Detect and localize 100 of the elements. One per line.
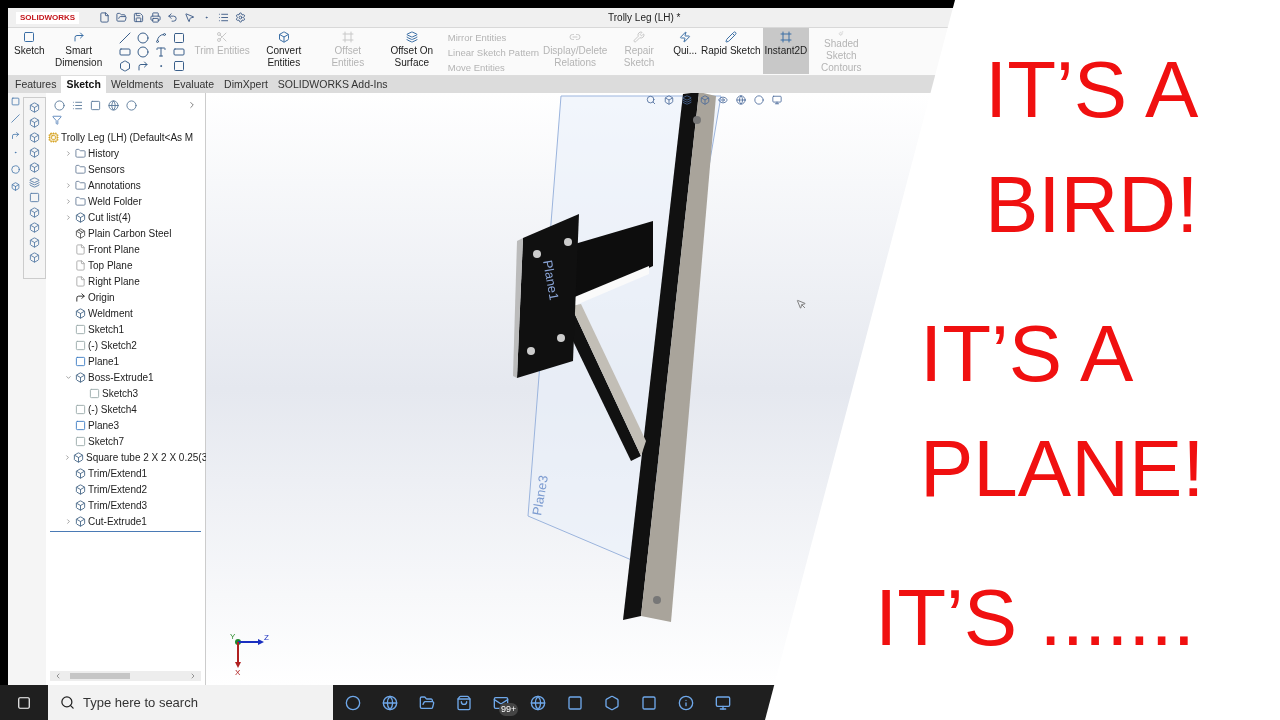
toolbar-icon[interactable] <box>99 12 111 23</box>
tree-item[interactable]: (-) Sketch2 <box>88 337 137 353</box>
tree-item[interactable]: Cut list(4) <box>88 209 131 225</box>
tool-icon[interactable] <box>29 147 41 158</box>
sketch-tool-icon[interactable] <box>136 60 149 72</box>
tool-icon[interactable] <box>29 207 41 218</box>
tool-icon[interactable] <box>29 192 41 203</box>
toolbar-icon[interactable] <box>235 12 247 23</box>
sketch-tool-icon[interactable] <box>136 46 149 58</box>
toolbar-icon[interactable] <box>133 12 145 23</box>
toolbar-icon[interactable] <box>167 12 179 23</box>
tree-item[interactable]: Sketch1 <box>88 321 125 337</box>
tree-item[interactable]: Top Plane <box>88 257 133 273</box>
tool-icon[interactable] <box>29 177 41 188</box>
command-tab[interactable]: SOLIDWORKS Add-Ins <box>272 76 393 93</box>
tree-item[interactable]: Annotations <box>88 177 141 193</box>
sketch-tool-icon[interactable] <box>118 60 131 72</box>
ribbon-button[interactable]: Offset On Surface <box>379 28 444 74</box>
toolbar-icon[interactable] <box>184 12 196 23</box>
horizontal-scrollbar[interactable] <box>50 671 201 681</box>
tool-icon[interactable] <box>29 222 41 233</box>
ribbon-button[interactable]: Smart Dimension <box>46 28 111 74</box>
ribbon-button[interactable]: Rapid Sketch <box>699 28 763 74</box>
tree-item[interactable]: Sensors <box>88 161 125 177</box>
tree-item[interactable]: Boss-Extrude1 <box>88 369 154 385</box>
filter-icon[interactable] <box>52 115 62 125</box>
tool-icon[interactable] <box>29 132 41 143</box>
sketch-tool-icon[interactable] <box>118 32 131 44</box>
panel-tab-icon[interactable] <box>108 99 119 111</box>
ribbon-button[interactable]: Convert Entities <box>251 28 316 74</box>
scroll-left-icon[interactable] <box>54 672 62 680</box>
view-toolbar-icon[interactable] <box>736 95 746 105</box>
sketch-tool-icon[interactable] <box>172 32 185 44</box>
ribbon-button[interactable]: Instant2D <box>762 28 810 74</box>
tree-item[interactable]: Weldment <box>88 305 133 321</box>
taskbar-app-icon[interactable] <box>382 694 398 711</box>
tree-item[interactable]: Plane1 <box>88 353 120 369</box>
tree-root[interactable]: Trolly Leg (LH) (Default<As M <box>61 129 194 145</box>
tool-icon[interactable] <box>29 252 41 263</box>
taskbar-app-icon[interactable] <box>604 694 620 711</box>
tool-icon <box>724 31 737 43</box>
sketch-tool-icon[interactable] <box>136 32 149 44</box>
command-tab[interactable]: Features <box>10 76 62 93</box>
tree-item[interactable]: Sketch7 <box>88 433 125 449</box>
tool-icon[interactable] <box>29 102 41 113</box>
view-toolbar-icon[interactable] <box>772 95 782 105</box>
start-icon[interactable] <box>17 695 31 710</box>
tree-item[interactable]: (-) Sketch4 <box>88 401 137 417</box>
search-field[interactable]: Type here to search <box>83 692 283 713</box>
toolbar-icon[interactable] <box>150 12 162 23</box>
sketch-tool-icon[interactable] <box>154 32 167 44</box>
view-toolbar-icon[interactable] <box>718 95 728 105</box>
tool-icon[interactable] <box>11 182 21 191</box>
sketch-tool-icon[interactable] <box>118 46 131 58</box>
ribbon-button[interactable]: Qui... <box>671 28 700 74</box>
tool-icon <box>23 31 36 43</box>
view-toolbar-icon[interactable] <box>664 95 674 105</box>
tree-item[interactable]: Cut-Extrude1 <box>88 513 147 529</box>
scroll-right-icon[interactable] <box>189 672 197 680</box>
tree-item[interactable]: Trim/Extend3 <box>88 497 148 513</box>
tree-item[interactable]: Trim/Extend1 <box>88 465 148 481</box>
tree-item[interactable]: History <box>88 145 120 161</box>
tree-item[interactable]: Origin <box>88 289 115 305</box>
search-box[interactable]: Type here to search <box>48 685 333 720</box>
view-toolbar-icon[interactable] <box>646 95 656 105</box>
tree-item[interactable]: Plane3 <box>88 417 120 433</box>
tool-icon[interactable] <box>29 237 41 248</box>
tool-icon[interactable] <box>11 131 21 140</box>
tree-item[interactable]: Trim/Extend2 <box>88 481 148 497</box>
toolbar-icon[interactable] <box>218 12 230 23</box>
tool-icon[interactable] <box>29 162 41 173</box>
taskbar-app-icon[interactable] <box>419 694 435 711</box>
tree-item[interactable]: Weld Folder <box>88 193 142 209</box>
taskbar-app-icon[interactable] <box>641 694 657 711</box>
panel-tab-icon[interactable] <box>90 99 101 111</box>
taskbar-app-icon[interactable] <box>530 694 546 711</box>
taskbar-app-icon[interactable] <box>456 694 472 711</box>
command-tab[interactable]: DimXpert <box>219 76 273 93</box>
tool-icon[interactable] <box>29 117 41 128</box>
tree-item[interactable]: Front Plane <box>88 241 140 257</box>
tree-item[interactable]: Plain Carbon Steel <box>88 225 172 241</box>
taskbar-app-icon[interactable] <box>567 694 583 711</box>
toolbar-icon[interactable] <box>116 12 128 23</box>
panel-tab-icon[interactable] <box>72 99 83 111</box>
view-toolbar-icon[interactable] <box>682 95 692 105</box>
ribbon-button[interactable]: Sketch <box>12 28 47 74</box>
sketch-tool-icon[interactable] <box>172 46 185 58</box>
taskbar-app-icon[interactable] <box>678 694 694 711</box>
sketch-tool-icon[interactable] <box>172 60 185 72</box>
sketch-tool-icon[interactable] <box>154 46 167 58</box>
tree-item[interactable]: Right Plane <box>88 273 140 289</box>
taskbar-app-icon[interactable] <box>345 694 361 711</box>
chevron-right-icon[interactable] <box>187 100 197 110</box>
panel-tab-icon[interactable] <box>54 99 65 111</box>
command-tab[interactable]: Evaluate <box>168 76 220 93</box>
panel-tab-icon[interactable] <box>126 99 137 111</box>
tree-item[interactable]: Sketch3 <box>102 385 139 401</box>
taskbar-app-icon[interactable] <box>715 694 731 711</box>
command-tab[interactable]: Weldments <box>105 76 169 93</box>
command-tab[interactable]: Sketch <box>61 76 106 93</box>
